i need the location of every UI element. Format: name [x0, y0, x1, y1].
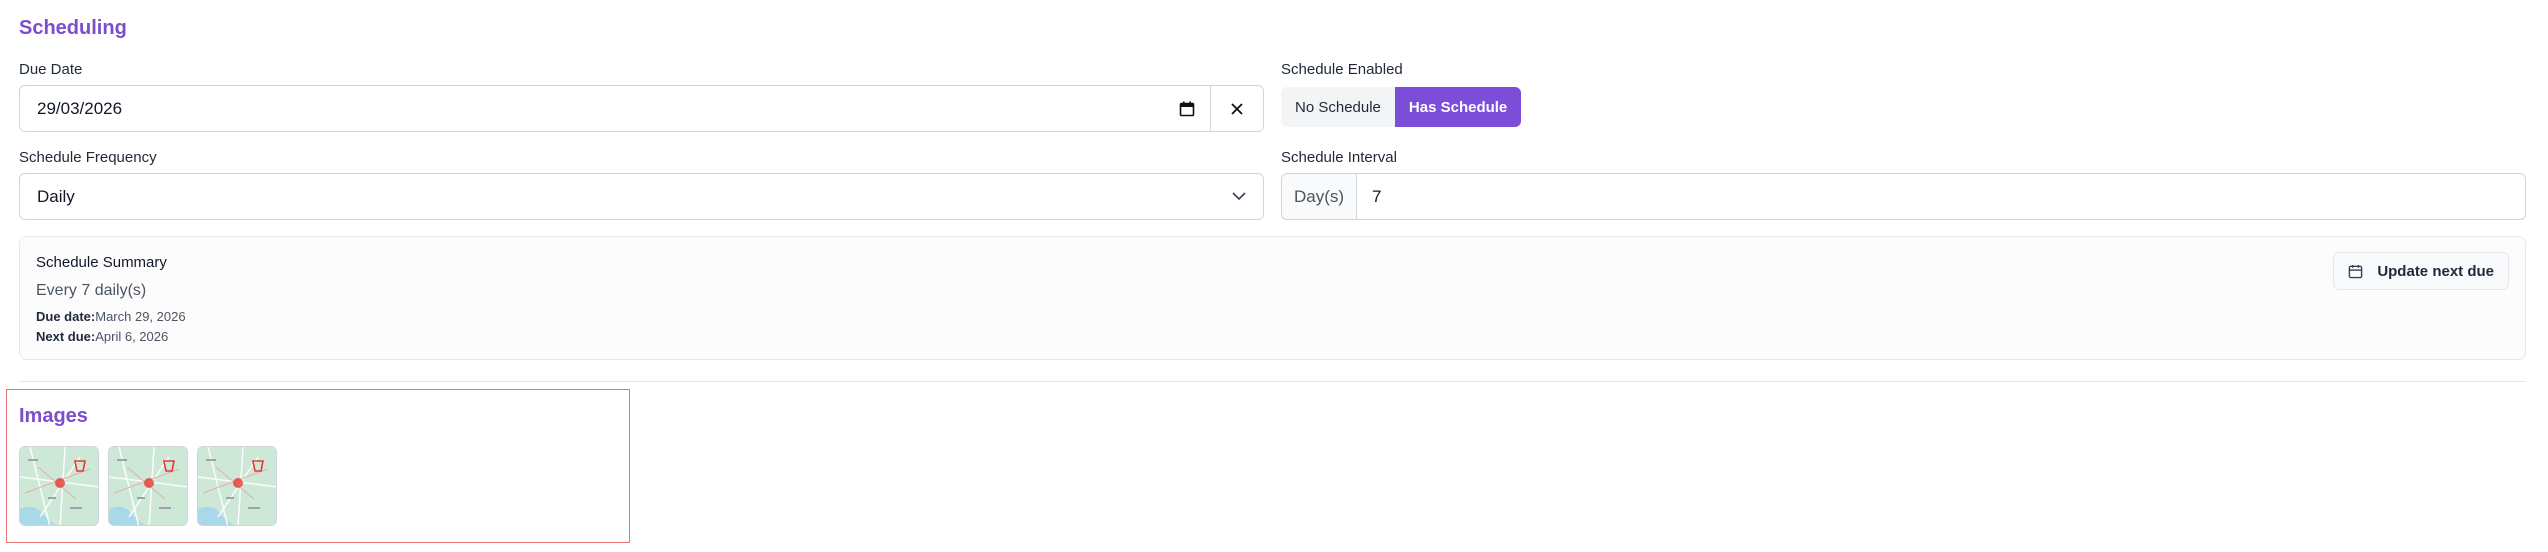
clear-date-button[interactable] [1210, 86, 1263, 131]
summary-title: Schedule Summary [36, 254, 167, 271]
images-title: Images [19, 405, 88, 427]
summary-due-date: Due date:March 29, 2026 [36, 309, 186, 324]
schedule-frequency-label: Schedule Frequency [19, 149, 157, 166]
schedule-interval-label: Schedule Interval [1281, 149, 1397, 166]
due-date-summary-value: March 29, 2026 [95, 309, 186, 324]
map-thumbnail-icon [20, 447, 98, 525]
calendar-icon[interactable] [1164, 86, 1210, 131]
image-thumbnail[interactable] [197, 446, 277, 526]
image-thumbnail[interactable] [19, 446, 99, 526]
no-schedule-option[interactable]: No Schedule [1281, 87, 1395, 127]
scheduling-title: Scheduling [19, 17, 127, 39]
close-icon [1231, 102, 1243, 115]
interval-value: 7 [1372, 186, 1382, 206]
image-thumbnails [19, 446, 277, 526]
calendar-icon [2349, 264, 2363, 278]
interval-unit: Day(s) [1282, 174, 1357, 219]
schedule-summary-card: Schedule Summary Every 7 daily(s) Due da… [19, 236, 2526, 360]
due-date-input[interactable]: 29/03/2026 [19, 85, 1264, 132]
summary-text: Every 7 daily(s) [36, 282, 147, 299]
schedule-interval-input[interactable]: Day(s) 7 [1281, 173, 2526, 220]
schedule-frequency-select[interactable]: Daily [19, 173, 1264, 220]
summary-next-due: Next due:April 6, 2026 [36, 329, 168, 344]
map-thumbnail-icon [198, 447, 276, 525]
due-date-key: Due date: [36, 309, 96, 324]
chevron-down-icon [1232, 192, 1246, 201]
image-thumbnail[interactable] [108, 446, 188, 526]
update-next-due-button[interactable]: Update next due [2333, 252, 2509, 290]
section-divider [19, 381, 2526, 382]
next-due-summary-value: April 6, 2026 [95, 329, 169, 344]
update-next-due-label: Update next due [2377, 262, 2494, 280]
schedule-enabled-label: Schedule Enabled [1281, 61, 1403, 78]
next-due-key: Next due: [36, 329, 96, 344]
schedule-enabled-toggle: No Schedule Has Schedule [1281, 87, 1522, 127]
due-date-value: 29/03/2026 [37, 98, 123, 118]
due-date-label: Due Date [19, 61, 83, 78]
map-thumbnail-icon [109, 447, 187, 525]
has-schedule-option[interactable]: Has Schedule [1394, 87, 1522, 127]
frequency-value: Daily [37, 186, 75, 206]
